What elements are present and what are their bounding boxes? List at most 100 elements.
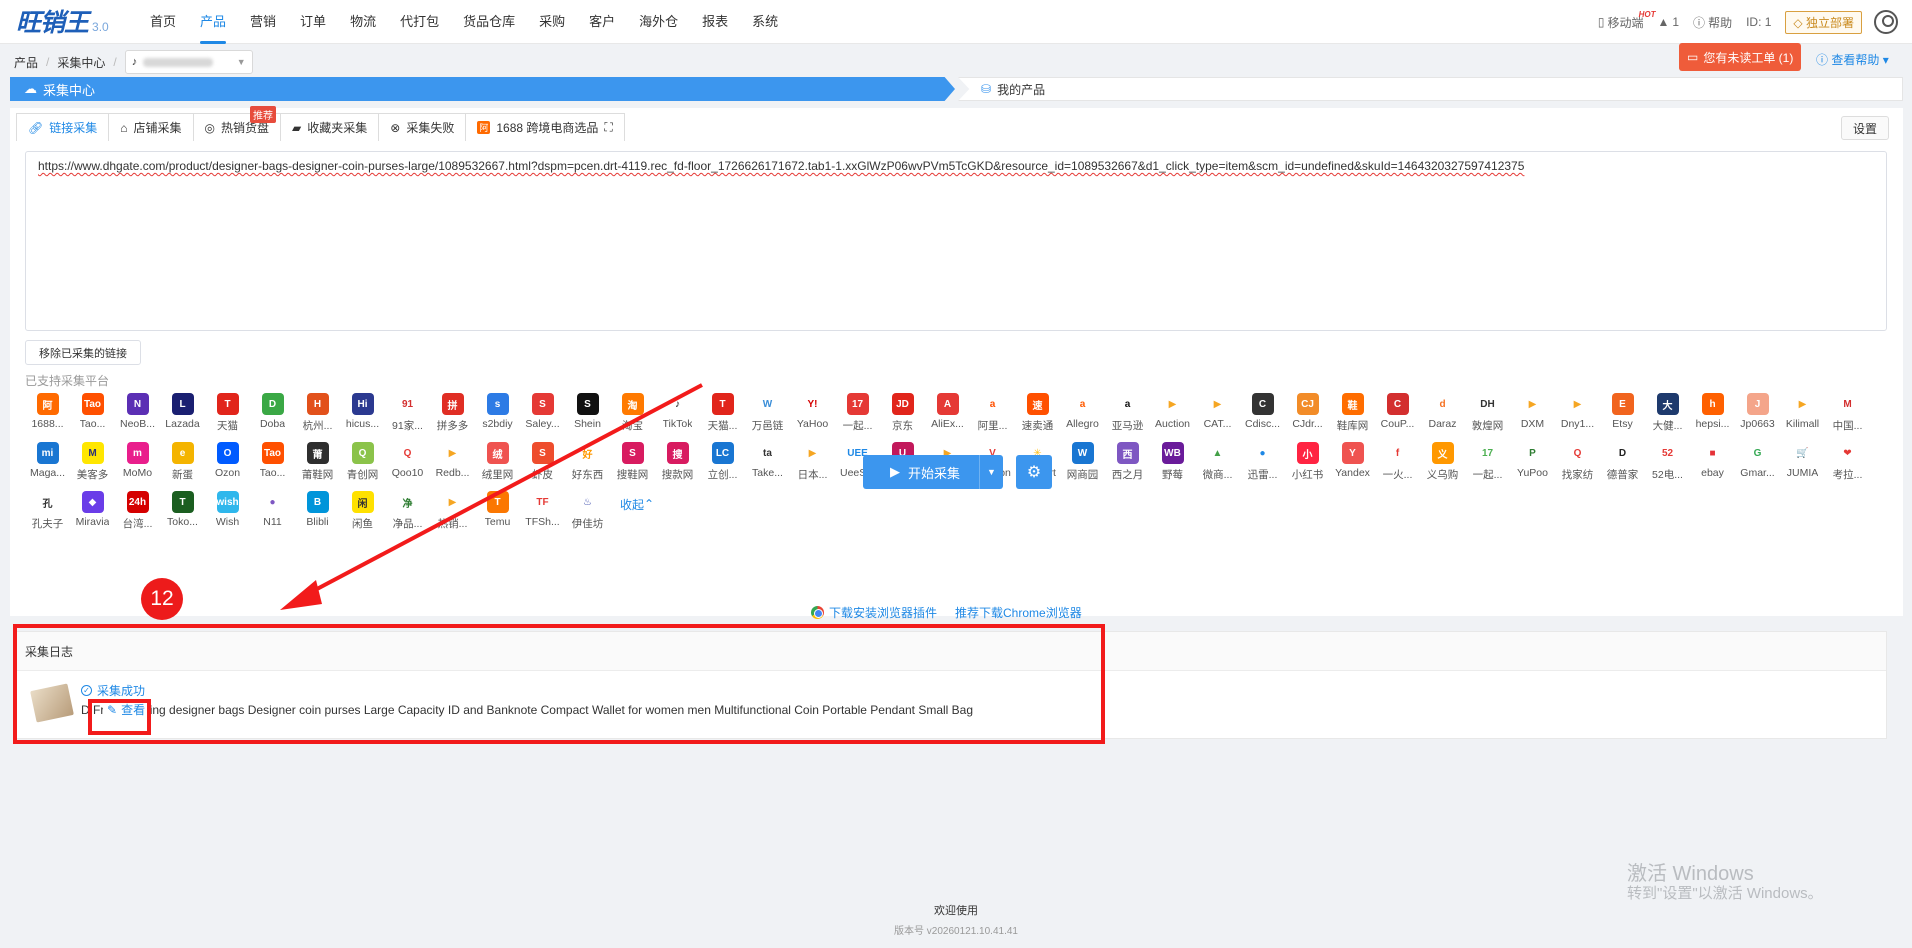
- platform-item[interactable]: M 美客多: [70, 439, 115, 488]
- platform-item[interactable]: 17 一起...: [1465, 439, 1510, 488]
- platform-item[interactable]: O Ozon: [205, 439, 250, 488]
- platform-item[interactable]: 91 91家...: [385, 390, 430, 439]
- start-collect-button[interactable]: ▶ 开始采集 ▼: [863, 455, 1003, 489]
- platform-item[interactable]: T Temu: [475, 488, 520, 537]
- platform-item[interactable]: 义义乌购: [1420, 439, 1465, 488]
- platform-item[interactable]: ▶ CAT...: [1195, 390, 1240, 439]
- platform-item[interactable]: 大大健...: [1645, 390, 1690, 439]
- tab-favorites-collect[interactable]: ▰ 收藏夹采集: [280, 113, 380, 141]
- platform-item[interactable]: a 阿里...: [970, 390, 1015, 439]
- store-selector[interactable]: ♪ ▼: [124, 50, 253, 74]
- tab-collect-failed[interactable]: ⊗ 采集失败: [378, 113, 467, 141]
- platform-item[interactable]: m MoMo: [115, 439, 160, 488]
- platform-item[interactable]: 莆莆鞋网: [295, 439, 340, 488]
- user-avatar-icon[interactable]: [1874, 10, 1898, 34]
- platform-item[interactable]: ▶ Redb...: [430, 439, 475, 488]
- remove-collected-links-button[interactable]: 移除已采集的链接: [25, 340, 141, 365]
- app-logo[interactable]: 旺销王 3.0: [16, 7, 109, 37]
- platform-item[interactable]: H 杭州...: [295, 390, 340, 439]
- platform-item[interactable]: 速速卖通: [1015, 390, 1060, 439]
- platform-item[interactable]: ❤ 考拉...: [1825, 439, 1870, 488]
- platform-item[interactable]: W 网商园: [1060, 439, 1105, 488]
- plugin-download-link[interactable]: 下载安装浏览器插件: [811, 604, 937, 621]
- platform-item[interactable]: DH 敦煌网: [1465, 390, 1510, 439]
- platform-item[interactable]: D Doba: [250, 390, 295, 439]
- platform-item[interactable]: ▶ DXM: [1510, 390, 1555, 439]
- url-input[interactable]: https://www.dhgate.com/product/designer-…: [25, 151, 1887, 331]
- platform-item[interactable]: s s2bdiy: [475, 390, 520, 439]
- platform-item[interactable]: LC 立创...: [700, 439, 745, 488]
- nav-item[interactable]: 首页: [138, 0, 188, 44]
- step-collect-center[interactable]: ☁ 采集中心: [10, 77, 955, 101]
- platform-item[interactable]: h hepsi...: [1690, 390, 1735, 439]
- platform-item[interactable]: d Daraz: [1420, 390, 1465, 439]
- platform-item[interactable]: B Blibli: [295, 488, 340, 537]
- platform-item[interactable]: ▶ 热销...: [430, 488, 475, 537]
- tab-1688-crossborder[interactable]: 阿 1688 跨境电商选品 ⛶: [465, 113, 625, 141]
- platform-item[interactable]: a 亚马逊: [1105, 390, 1150, 439]
- platform-item[interactable]: JD 京东: [880, 390, 925, 439]
- platform-item[interactable]: 西西之月: [1105, 439, 1150, 488]
- platform-item[interactable]: P YuPoo: [1510, 439, 1555, 488]
- platform-item[interactable]: ● N11: [250, 488, 295, 537]
- platform-item[interactable]: ● 迅雷...: [1240, 439, 1285, 488]
- platform-item[interactable]: CJ CJdr...: [1285, 390, 1330, 439]
- platform-item[interactable]: 闲闲鱼: [340, 488, 385, 537]
- platform-item[interactable]: D 德普家: [1600, 439, 1645, 488]
- platform-item[interactable]: Y! YaHoo: [790, 390, 835, 439]
- platform-item[interactable]: ▶ Kilimall: [1780, 390, 1825, 439]
- platform-item[interactable]: W 万邑链: [745, 390, 790, 439]
- nav-item[interactable]: 报表: [690, 0, 740, 44]
- help-link[interactable]: ⓘ 帮助: [1693, 14, 1732, 31]
- start-dropdown-button[interactable]: ▼: [979, 455, 1003, 489]
- platform-item[interactable]: 净净品...: [385, 488, 430, 537]
- platform-item[interactable]: 好好东西: [565, 439, 610, 488]
- deploy-button[interactable]: ◇ 独立部署: [1785, 10, 1862, 34]
- platform-item[interactable]: S Shein: [565, 390, 610, 439]
- unread-ticket-button[interactable]: ▭ 您有未读工单 (1): [1679, 43, 1802, 71]
- nav-item[interactable]: 采购: [527, 0, 577, 44]
- platform-item[interactable]: 17 一起...: [835, 390, 880, 439]
- platform-item[interactable]: 搜搜款网: [655, 439, 700, 488]
- platform-item[interactable]: Y Yandex: [1330, 439, 1375, 488]
- platform-item[interactable]: WB 野莓: [1150, 439, 1195, 488]
- nav-item[interactable]: 物流: [338, 0, 388, 44]
- settings-button[interactable]: 设置: [1840, 116, 1889, 140]
- platform-item[interactable]: ◆ Miravia: [70, 488, 115, 537]
- platform-item[interactable]: M 中国...: [1825, 390, 1870, 439]
- platform-item[interactable]: ta Take...: [745, 439, 790, 488]
- nav-item[interactable]: 订单: [288, 0, 338, 44]
- platform-item[interactable]: ▶ Dny1...: [1555, 390, 1600, 439]
- platform-item[interactable]: A AliEx...: [925, 390, 970, 439]
- platform-item[interactable]: 淘淘宝: [610, 390, 655, 439]
- platform-item[interactable]: ▶ Auction: [1150, 390, 1195, 439]
- platform-item[interactable]: 阿 1688...: [25, 390, 70, 439]
- platform-item[interactable]: Q 青创网: [340, 439, 385, 488]
- platform-item[interactable]: 拼拼多多: [430, 390, 475, 439]
- breadcrumb-item[interactable]: 产品: [14, 54, 38, 71]
- platform-item[interactable]: T 天猫...: [700, 390, 745, 439]
- mobile-link[interactable]: ▯ 移动端 HOT: [1598, 10, 1656, 31]
- nav-item[interactable]: 海外仓: [627, 0, 690, 44]
- platform-item[interactable]: S 虾皮: [520, 439, 565, 488]
- breadcrumb-item[interactable]: 采集中心: [57, 54, 105, 71]
- platform-item[interactable]: J Jp0663: [1735, 390, 1780, 439]
- platform-item[interactable]: 52 52电...: [1645, 439, 1690, 488]
- platform-item[interactable]: e 新蛋: [160, 439, 205, 488]
- platform-item[interactable]: G Gmar...: [1735, 439, 1780, 488]
- platform-item[interactable]: S 搜鞋网: [610, 439, 655, 488]
- platform-item[interactable]: Q 找家纺: [1555, 439, 1600, 488]
- platform-item[interactable]: S Saley...: [520, 390, 565, 439]
- platform-item[interactable]: wish Wish: [205, 488, 250, 537]
- platform-item[interactable]: ■ ebay: [1690, 439, 1735, 488]
- nav-item[interactable]: 货品仓库: [451, 0, 527, 44]
- platform-item[interactable]: a Allegro: [1060, 390, 1105, 439]
- view-help-link[interactable]: ⓘ 查看帮助 ▾: [1816, 51, 1889, 68]
- tab-hot-goods[interactable]: ◎ 热销货盘 推荐: [192, 106, 282, 141]
- platform-item[interactable]: 绒绒里网: [475, 439, 520, 488]
- platform-item[interactable]: N NeoB...: [115, 390, 160, 439]
- step-my-products[interactable]: ⛁ 我的产品: [958, 77, 1903, 101]
- nav-item[interactable]: 系统: [740, 0, 790, 44]
- platform-item[interactable]: T 天猫: [205, 390, 250, 439]
- platform-item[interactable]: 孔孔夫子: [25, 488, 70, 537]
